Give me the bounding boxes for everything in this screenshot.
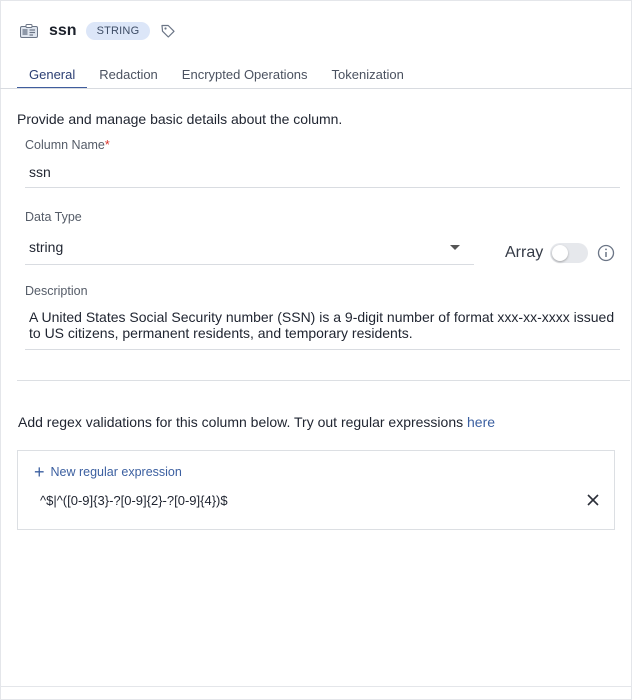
tab-bar: General Redaction Encrypted Operations T… <box>17 60 632 89</box>
info-icon[interactable] <box>597 244 615 262</box>
column-icon <box>20 24 38 38</box>
data-type-underline <box>25 264 474 265</box>
column-header: ssn STRING <box>20 20 176 42</box>
type-badge: STRING <box>85 22 151 40</box>
plus-icon: + <box>34 462 45 482</box>
chevron-down-icon[interactable] <box>450 245 460 250</box>
section-divider <box>17 380 630 381</box>
add-regex-button[interactable]: + New regular expression <box>34 462 182 482</box>
tab-tokenization[interactable]: Tokenization <box>320 60 416 89</box>
data-type-label: Data Type <box>25 210 82 224</box>
required-mark: * <box>104 138 110 152</box>
regex-box: + New regular expression ^$|^([0-9]{3}-?… <box>17 450 615 530</box>
close-icon[interactable] <box>586 493 600 507</box>
tabs-divider <box>0 88 632 89</box>
section-intro: Provide and manage basic details about t… <box>17 111 343 127</box>
description-field[interactable]: A United States Social Security number (… <box>29 309 619 341</box>
add-regex-label: New regular expression <box>50 465 182 479</box>
array-label: Array <box>505 244 544 261</box>
tab-general[interactable]: General <box>17 60 88 89</box>
regex-intro-text: Add regex validations for this column be… <box>18 414 464 430</box>
array-toggle[interactable] <box>550 243 588 263</box>
tag-icon[interactable] <box>160 23 176 39</box>
regex-help-link[interactable]: here <box>467 414 495 430</box>
column-title: ssn <box>49 22 77 39</box>
panel-frame <box>0 0 632 700</box>
column-name-field[interactable]: ssn <box>29 164 51 180</box>
description-underline <box>25 349 620 350</box>
toggle-knob <box>552 245 568 261</box>
column-name-label: Column Name* <box>25 138 110 152</box>
column-name-underline <box>25 187 620 188</box>
regex-intro: Add regex validations for this column be… <box>18 414 495 430</box>
regex-expression-field[interactable]: ^$|^([0-9]{3}-?[0-9]{2}-?[0-9]{4})$ <box>40 493 228 508</box>
column-name-label-text: Column Name <box>25 138 105 152</box>
data-type-select[interactable]: string <box>29 239 63 255</box>
tab-encrypted-operations[interactable]: Encrypted Operations <box>170 60 320 89</box>
description-label: Description <box>25 284 88 298</box>
tab-redaction[interactable]: Redaction <box>87 60 170 89</box>
footer-divider <box>0 686 632 687</box>
